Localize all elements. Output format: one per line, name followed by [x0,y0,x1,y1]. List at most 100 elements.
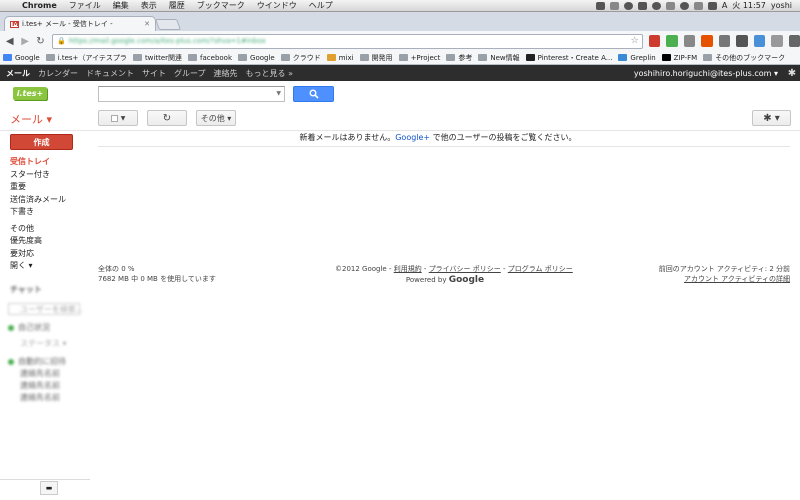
nav-action-required[interactable]: 要対応 [10,248,66,261]
nav-other[interactable]: その他 [10,223,66,236]
bookmark-item[interactable]: ZIP-FM [659,54,701,62]
gear-icon[interactable]: ✱ [784,68,800,79]
bookmark-item[interactable]: Greplin [615,54,658,62]
activity-details-link[interactable]: アカウント アクティビティの詳細 [659,274,790,284]
chat-icon[interactable]: ▬ [40,481,58,495]
extension-icon[interactable] [666,35,678,47]
search-options-icon[interactable]: ▼ [276,90,281,97]
menu-history[interactable]: 履歴 [163,0,191,11]
new-tab-button[interactable] [154,19,182,30]
bookmark-item[interactable]: クラウド [278,53,324,63]
tray-sync-icon[interactable] [623,1,633,10]
extension-icon[interactable] [736,35,748,47]
nav-inbox[interactable]: 受信トレイ [10,156,66,169]
google-plus-link[interactable]: Google+ [395,133,430,142]
wifi-icon[interactable] [679,1,689,10]
tray-clock-icon[interactable] [651,1,661,10]
bookmark-item[interactable]: twitter関連 [130,53,185,63]
nav-starred[interactable]: スター付き [10,169,66,182]
gbar-groups[interactable]: グループ [170,68,210,79]
nav-sent[interactable]: 送信済みメール [10,194,66,207]
folder-icon [398,54,408,61]
other-bookmarks[interactable]: その他のブックマーク [700,53,788,63]
terms-link[interactable]: 利用規約 [394,265,422,273]
bookmark-item[interactable]: i.tes+（アイテスプラ [43,53,130,63]
bookmark-item[interactable]: 参考 [443,53,475,63]
gbar-contacts[interactable]: 連絡先 [210,68,242,79]
bookmark-star-icon[interactable]: ☆ [631,36,639,46]
bookmark-item[interactable]: Pinterest・Create A... [523,53,616,63]
gbar-documents[interactable]: ドキュメント [82,68,138,79]
menu-chrome[interactable]: Chrome [16,1,63,10]
nav-priority[interactable]: 優先度高 [10,235,66,248]
folder-icon [478,54,488,61]
menu-bookmarks[interactable]: ブックマーク [191,0,251,11]
mail-search-input[interactable]: ▼ [98,86,285,102]
input-method-indicator[interactable]: A [722,1,727,10]
extension-icon[interactable] [753,35,766,47]
extension-icon[interactable] [771,35,783,47]
more-button[interactable]: その他 ▾ [196,110,236,126]
nav-expand[interactable]: 開く ▾ [10,260,66,273]
bookmark-label: Google [15,53,40,62]
menu-window[interactable]: ウインドウ [251,0,303,11]
extension-icon[interactable] [683,35,696,47]
gmail-extension-icon[interactable] [648,35,661,47]
tray-bluetooth-icon[interactable] [665,1,675,10]
extension-icon[interactable] [718,35,731,47]
tab-title: i.tes+ メール - 受信トレイ - [22,20,113,28]
program-policy-link[interactable]: プログラム ポリシー [508,265,573,273]
ites-logo[interactable]: i.tes+ [13,87,47,100]
back-icon[interactable]: ◀ [3,34,16,48]
account-email[interactable]: yoshihiro.horiguchi@ites-plus.com ▾ [634,69,784,78]
refresh-button[interactable]: ↻ [147,110,187,126]
gbar-more[interactable]: もっと見る » [242,68,297,79]
chat-group[interactable]: 自動的に招待 [8,356,66,367]
bookmark-item[interactable]: mixi [324,54,357,62]
menubar-user[interactable]: yoshi [771,1,792,10]
bookmark-item[interactable]: Google [0,54,43,62]
bookmark-item[interactable]: Google [235,54,278,62]
storage-detail: 7682 MB 中 0 MB を使用しています [98,275,216,283]
chat-contact[interactable]: 連絡先名前 [20,368,60,379]
gbar-sites[interactable]: サイト [138,68,170,79]
search-button[interactable] [293,86,334,102]
power-extension-icon[interactable] [701,35,713,47]
nav-drafts[interactable]: 下書き [10,206,66,219]
chat-self-status[interactable]: 自己状況 [8,322,50,333]
bookmark-item[interactable]: 開発用 [357,53,396,63]
menu-edit[interactable]: 編集 [107,0,135,11]
menubar-clock[interactable]: 火 11:57 [732,0,766,11]
volume-icon[interactable] [693,1,703,10]
tray-dropbox-icon[interactable] [609,1,619,10]
compose-button[interactable]: 作成 [10,134,73,150]
bookmark-label: 参考 [458,53,473,62]
menu-help[interactable]: ヘルプ [303,0,339,11]
battery-icon[interactable] [707,1,717,10]
bookmark-label: i.tes+（アイテスプラ [57,53,127,62]
nav-important[interactable]: 重要 [10,181,66,194]
mail-menu[interactable]: メール ▾ [10,111,52,127]
chat-contact[interactable]: 連絡先名前 [20,380,60,391]
address-bar[interactable]: 🔒 https://mail.google.com/a/ites-plus.co… [52,33,643,49]
tray-app-icon[interactable] [595,1,605,10]
tray-evernote-icon[interactable] [637,1,647,10]
select-checkbox-button[interactable]: ▼ [98,110,138,126]
reload-icon[interactable]: ↻ [34,34,47,48]
bookmark-item[interactable]: New情報 [475,53,522,63]
wrench-menu-icon[interactable] [788,35,800,47]
close-tab-icon[interactable]: ✕ [144,20,150,28]
chat-status-select[interactable]: ステータス ▾ [20,338,67,349]
tab-gmail[interactable]: i.tes+ メール - 受信トレイ - ✕ [4,16,156,31]
gbar-mail[interactable]: メール [0,68,34,79]
privacy-link[interactable]: プライバシー ポリシー [429,265,501,273]
chat-contact[interactable]: 連絡先名前 [20,392,60,403]
gbar-calendar[interactable]: カレンダー [34,68,82,79]
bookmark-item[interactable]: +Project [396,54,444,62]
menu-file[interactable]: ファイル [63,0,107,11]
forward-icon[interactable]: ▶ [18,34,31,48]
bookmark-label: Greplin [630,53,656,62]
menu-view[interactable]: 表示 [135,0,163,11]
settings-button[interactable]: ✱ ▾ [752,110,791,126]
bookmark-item[interactable]: facebook [185,54,235,62]
